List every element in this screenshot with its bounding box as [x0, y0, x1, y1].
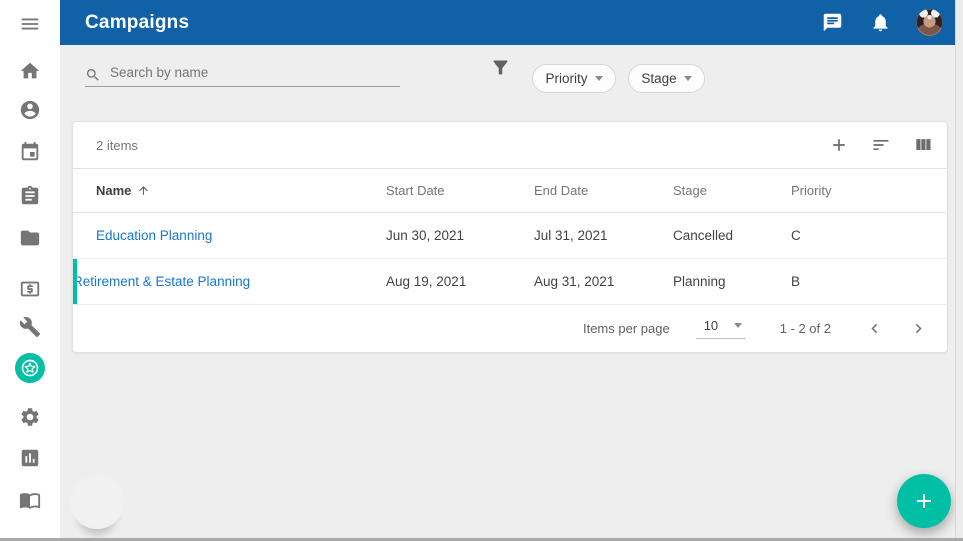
add-campaign-fab[interactable]	[897, 474, 951, 528]
column-header-priority[interactable]: Priority	[791, 183, 947, 198]
column-header-end-date[interactable]: End Date	[534, 183, 673, 198]
menu-icon[interactable]	[18, 12, 42, 36]
active-row-indicator	[73, 259, 77, 304]
user-avatar[interactable]	[916, 9, 943, 36]
stage-chip-label: Stage	[641, 71, 676, 86]
plus-icon	[912, 489, 936, 513]
billing-icon[interactable]	[18, 277, 42, 301]
filter-bar: Priority Stage	[60, 45, 955, 105]
feedback-icon[interactable]	[820, 11, 844, 35]
items-count: 2 items	[96, 138, 138, 153]
home-icon[interactable]	[18, 59, 42, 83]
page-size-value: 10	[704, 318, 718, 333]
sort-ascending-icon	[137, 184, 150, 197]
page-size-select[interactable]: 10	[696, 318, 746, 339]
column-header-name[interactable]: Name	[73, 183, 386, 198]
add-icon[interactable]	[828, 134, 850, 156]
settings-icon[interactable]	[18, 405, 42, 429]
column-header-start-date[interactable]: Start Date	[386, 183, 534, 198]
search-field	[85, 63, 400, 87]
columns-icon[interactable]	[912, 134, 934, 156]
table-toolbar-actions	[828, 134, 934, 156]
next-page-icon[interactable]	[905, 315, 931, 341]
items-per-page-label: Items per page	[583, 321, 670, 336]
campaigns-icon-active[interactable]	[15, 353, 45, 383]
chevron-down-icon	[595, 76, 603, 81]
priority-cell: C	[791, 228, 947, 243]
start-date-cell: Jun 30, 2021	[386, 228, 534, 243]
end-date-cell: Aug 31, 2021	[534, 274, 673, 289]
search-input[interactable]	[110, 63, 400, 86]
files-icon[interactable]	[18, 226, 42, 250]
select-underline	[696, 338, 746, 339]
priority-chip-label: Priority	[545, 71, 587, 86]
notifications-icon[interactable]	[868, 11, 892, 35]
previous-page-icon[interactable]	[861, 315, 887, 341]
chevron-down-icon	[684, 76, 692, 81]
campaigns-table-card: 2 items Name Start Date End Date Stage	[72, 121, 948, 353]
stage-filter-chip[interactable]: Stage	[628, 64, 705, 93]
table-row[interactable]: Education Planning Jun 30, 2021 Jul 31, …	[73, 213, 947, 259]
table-row[interactable]: Retirement & Estate Planning Aug 19, 202…	[73, 259, 947, 305]
filter-icon[interactable]	[490, 57, 514, 81]
end-date-cell: Jul 31, 2021	[534, 228, 673, 243]
app-window: Campaigns Priority Stage	[0, 0, 963, 541]
campaign-name-cell: Retirement & Estate Planning	[73, 274, 386, 289]
campaign-name-cell: Education Planning	[73, 228, 386, 243]
contacts-icon[interactable]	[18, 98, 42, 122]
table-toolbar: 2 items	[73, 122, 947, 168]
app-bar: Campaigns	[60, 0, 955, 45]
app-bar-actions	[820, 0, 943, 45]
library-icon[interactable]	[18, 488, 42, 512]
calendar-icon[interactable]	[18, 140, 42, 164]
column-header-label: Name	[96, 183, 131, 198]
scrollbar-track[interactable]	[955, 0, 963, 538]
tools-icon[interactable]	[18, 315, 42, 339]
sidebar	[0, 0, 60, 538]
column-header-stage[interactable]: Stage	[673, 183, 791, 198]
table-header-row: Name Start Date End Date Stage Priority	[73, 168, 947, 213]
start-date-cell: Aug 19, 2021	[386, 274, 534, 289]
search-icon	[85, 67, 101, 83]
reports-icon[interactable]	[18, 446, 42, 470]
tasks-icon[interactable]	[18, 184, 42, 208]
priority-cell: B	[791, 274, 947, 289]
campaign-name-link[interactable]: Retirement & Estate Planning	[73, 274, 250, 289]
search-underline	[85, 86, 400, 87]
priority-filter-chip[interactable]: Priority	[532, 64, 616, 93]
stage-cell: Cancelled	[673, 228, 791, 243]
sort-icon[interactable]	[870, 134, 892, 156]
stage-cell: Planning	[673, 274, 791, 289]
pagination-bar: Items per page 10 1 - 2 of 2	[73, 305, 947, 351]
page-title: Campaigns	[85, 12, 189, 34]
pagination-range: 1 - 2 of 2	[780, 321, 831, 336]
campaign-name-link[interactable]: Education Planning	[96, 228, 212, 243]
chevron-down-icon	[734, 323, 742, 328]
ghost-fab-placeholder	[70, 475, 124, 529]
